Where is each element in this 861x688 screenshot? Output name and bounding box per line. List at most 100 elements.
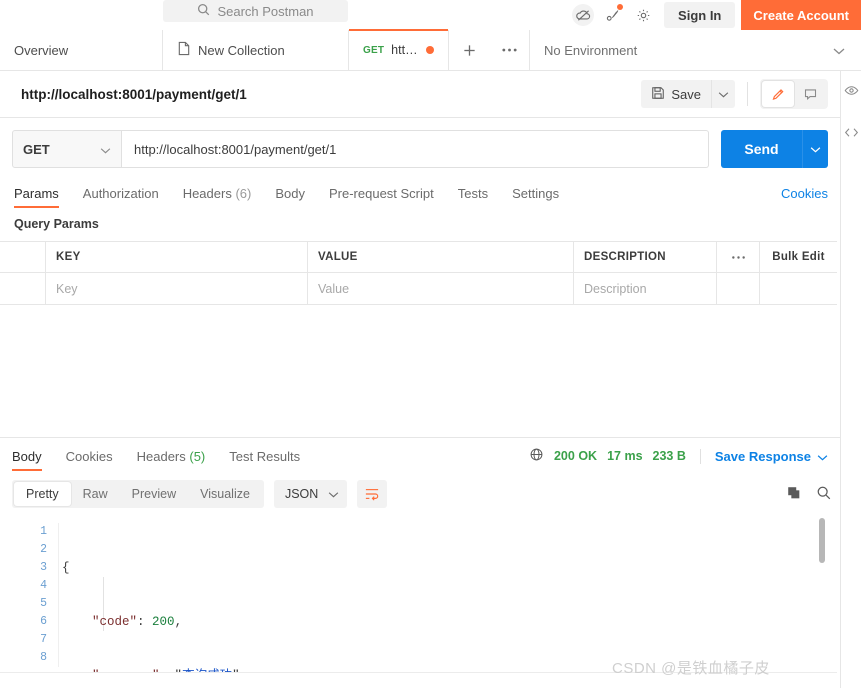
cloud-off-icon[interactable] (568, 0, 598, 30)
line-number: 7 (40, 633, 47, 646)
view-mode-visualize[interactable]: Visualize (188, 482, 262, 506)
save-button-label: Save (671, 86, 701, 102)
table-header-row: KEY VALUE DESCRIPTION Bulk Edit (0, 242, 837, 273)
right-sidebar (840, 71, 861, 688)
request-tab-params-label: Params (14, 186, 59, 201)
view-mode-raw[interactable]: Raw (71, 482, 120, 506)
column-header-description: DESCRIPTION (584, 251, 666, 263)
chevron-down-icon (100, 142, 111, 157)
response-body-code: { "code": 200, "message": "查询成功", "data"… (62, 515, 247, 673)
copy-icon[interactable] (786, 485, 802, 504)
line-number: 5 (40, 597, 47, 610)
response-body-viewer[interactable]: 1 2 3 4 5 6 7 8 { "code": 200, "message"… (0, 515, 837, 673)
save-response-label: Save Response (714, 448, 811, 464)
save-response-button[interactable]: Save Response (715, 449, 828, 464)
request-tab-body[interactable]: Body (275, 186, 317, 208)
wrap-lines-icon[interactable] (357, 480, 388, 508)
select-all-checkbox-cell[interactable] (0, 242, 46, 272)
row-checkbox-cell[interactable] (0, 273, 46, 304)
tab-new-collection[interactable]: New Collection (163, 30, 349, 70)
column-header-key: KEY (56, 251, 81, 263)
request-title-bar: http://localhost:8001/payment/get/1 Save (0, 71, 840, 118)
comment-icon[interactable] (794, 81, 826, 107)
sign-in-button[interactable]: Sign In (664, 2, 736, 28)
create-account-button[interactable]: Create Account (741, 0, 861, 30)
new-tab-button[interactable] (449, 30, 489, 70)
line-number-gutter: 1 2 3 4 5 6 7 8 (0, 515, 58, 673)
response-time: 17 ms (607, 449, 643, 463)
watermark-text: CSDN @是铁血橘子皮 (612, 660, 770, 677)
query-params-table: KEY VALUE DESCRIPTION Bulk Edit Key Valu… (0, 241, 837, 305)
request-tab-headers[interactable]: Headers (6) (183, 186, 264, 208)
globe-icon (529, 447, 544, 465)
send-button[interactable]: Send (721, 130, 802, 168)
response-tab-body[interactable]: Body (12, 449, 42, 471)
tab-overview-label: Overview (14, 42, 69, 58)
postman-window: Search Postman Sign In Create Account Ov… (0, 0, 861, 688)
chevron-down-icon (833, 43, 845, 58)
send-options-button[interactable] (802, 130, 828, 168)
bulk-edit-button[interactable]: Bulk Edit (772, 251, 825, 263)
request-tab-pre-request-script[interactable]: Pre-request Script (329, 186, 446, 208)
response-tab-test-results[interactable]: Test Results (229, 449, 300, 471)
table-row: Key Value Description (0, 273, 837, 304)
request-tab-pre-request-script-label: Pre-request Script (328, 186, 434, 201)
key-input[interactable]: Key (56, 282, 78, 296)
response-tab-headers[interactable]: Headers (5) (137, 449, 206, 471)
request-tab-authorization[interactable]: Authorization (83, 186, 171, 208)
code-icon[interactable] (844, 125, 859, 143)
response-format-select[interactable]: JSON (273, 480, 348, 508)
unsaved-indicator-dot (426, 46, 434, 54)
table-options-icon[interactable] (717, 242, 760, 272)
top-bar-actions: Sign In Create Account (568, 0, 861, 30)
view-mode-pretty[interactable]: Pretty (14, 482, 71, 506)
request-tab-params[interactable]: Params (14, 186, 71, 208)
save-button[interactable]: Save (641, 80, 711, 108)
response-format-value: JSON (284, 487, 319, 501)
search-input[interactable]: Search Postman (163, 0, 348, 22)
search-icon[interactable] (816, 485, 832, 504)
eye-icon[interactable] (844, 83, 859, 101)
environment-selector[interactable]: No Environment (529, 30, 861, 70)
status-badge: 200 OK (553, 449, 598, 463)
row-spacer-cell-2 (760, 273, 837, 304)
request-tab-settings[interactable]: Settings (512, 186, 571, 208)
request-tab-headers-count: (6) (235, 186, 252, 201)
response-tab-cookies[interactable]: Cookies (66, 449, 113, 471)
satellite-icon[interactable] (598, 0, 628, 30)
save-options-button[interactable] (711, 80, 735, 108)
request-tab-headers-label: Headers (182, 186, 232, 201)
url-input[interactable]: http://localhost:8001/payment/get/1 (122, 130, 709, 168)
view-mode-preview[interactable]: Preview (120, 482, 188, 506)
gear-icon[interactable] (628, 0, 658, 30)
request-tab-authorization-label: Authorization (82, 186, 159, 201)
row-spacer-cell (717, 273, 760, 304)
request-tab-bar: Params Authorization Headers (6) Body Pr… (0, 180, 840, 208)
request-tab-tests[interactable]: Tests (458, 186, 500, 208)
response-meta: 200 OK 17 ms 233 B Save Response (529, 447, 828, 471)
edit-comment-toggle-group (760, 79, 828, 109)
cookies-link[interactable]: Cookies (781, 186, 828, 208)
tab-overview[interactable]: Overview (0, 30, 163, 70)
request-tab-body-label: Body (275, 186, 305, 201)
edit-pencil-icon[interactable] (762, 81, 794, 107)
search-placeholder-text: Search Postman (217, 3, 314, 19)
divider (699, 448, 701, 464)
response-tab-headers-label: Headers (136, 449, 186, 464)
response-tab-headers-count: (5) (189, 449, 206, 464)
send-group: Send (721, 130, 828, 168)
code-line: "code": 200, (92, 615, 183, 629)
divider (747, 82, 748, 106)
tab-options-menu-button[interactable] (489, 30, 529, 70)
value-input[interactable]: Value (318, 282, 349, 296)
response-view-bar: Pretty Raw Preview Visualize JSON (12, 479, 832, 509)
http-method-select[interactable]: GET (12, 130, 122, 168)
tab-request-active[interactable]: GET http://localhost:80... (349, 29, 449, 70)
chevron-down-icon (817, 449, 828, 464)
workspace-tab-strip: Overview New Collection GET http://local… (0, 29, 861, 71)
response-body-scrollbar[interactable] (819, 518, 825, 563)
http-method-value: GET (23, 141, 50, 157)
collection-icon (177, 41, 191, 59)
description-input[interactable]: Description (584, 282, 647, 296)
tab-new-collection-label: New Collection (198, 42, 285, 58)
